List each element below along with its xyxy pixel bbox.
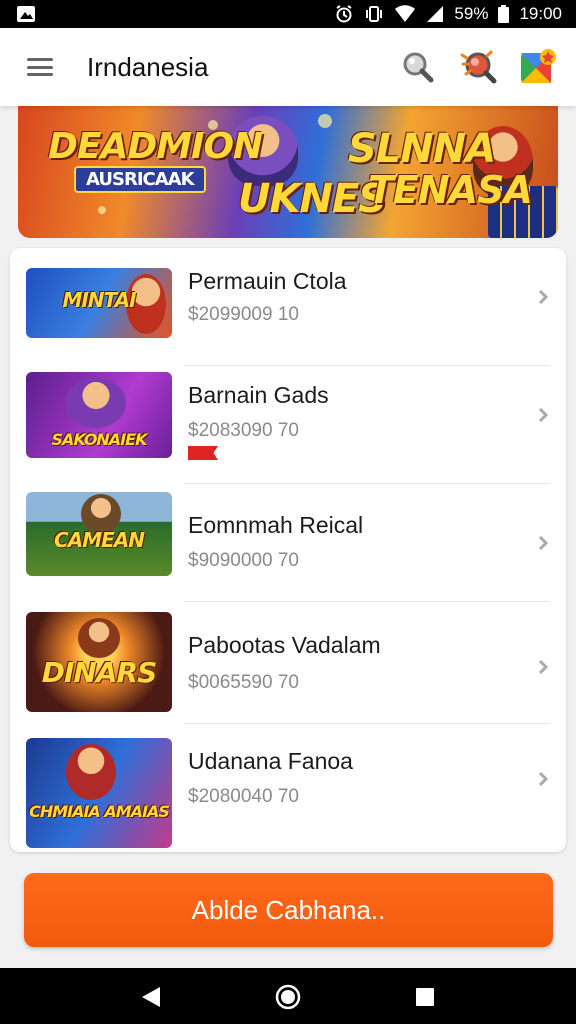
game-thumbnail: MINTAI <box>26 268 172 338</box>
list-item[interactable]: MINTAI Permauin Ctola $2099009 10 <box>10 248 566 366</box>
primary-action-button[interactable]: Ablde Cabhana.. <box>24 873 553 947</box>
search-promo-icon[interactable] <box>458 47 498 87</box>
game-title: Udanana Fanoa <box>188 748 353 774</box>
navigation-bar <box>0 968 576 1024</box>
vibrate-icon <box>364 4 384 24</box>
game-price: $2083090 70 <box>188 420 299 441</box>
list-item[interactable]: CAMEAN Eomnmah Reical $9090000 70 <box>10 484 566 602</box>
back-icon[interactable] <box>138 984 164 1010</box>
game-title: Eomnmah Reical <box>188 512 364 538</box>
chevron-right-icon <box>538 535 549 551</box>
alarm-icon <box>334 4 354 24</box>
app-bar: Irndanesia <box>0 28 576 106</box>
chevron-right-icon <box>538 771 549 787</box>
game-title: Barnain Gads <box>188 382 329 408</box>
play-store-icon[interactable] <box>518 47 558 87</box>
list-item[interactable]: SAKONAIEK Barnain Gads $2083090 70 <box>10 366 566 484</box>
list-item[interactable]: CHMIAIA AMAIAS Udanana Fanoa $2080040 70 <box>10 724 566 852</box>
chevron-right-icon <box>538 407 549 423</box>
banner-headline-2: TENASA <box>368 168 533 212</box>
recents-icon[interactable] <box>412 984 438 1010</box>
hot-badge <box>188 446 218 460</box>
list-item[interactable]: DINARS Pabootas Vadalam $0065590 70 <box>10 602 566 724</box>
page-title: Irndanesia <box>87 51 209 82</box>
game-price: $0065590 70 <box>188 672 299 693</box>
chevron-right-icon <box>538 659 549 675</box>
home-icon[interactable] <box>275 984 301 1010</box>
banner-title: DEADMION <box>48 126 263 167</box>
banner-logo-text: UKNES <box>238 176 387 222</box>
wifi-icon <box>394 5 416 23</box>
promo-banner[interactable]: DEADMION AUSRICAAK UKNES SLNNA TENASA <box>18 106 558 238</box>
game-thumbnail: SAKONAIEK <box>26 372 172 458</box>
status-bar: 59% 19:00 <box>0 0 576 28</box>
battery-icon <box>498 5 510 23</box>
game-price: $9090000 70 <box>188 550 299 571</box>
game-title: Permauin Ctola <box>188 268 347 294</box>
menu-icon[interactable] <box>25 55 55 79</box>
gallery-notification-icon <box>16 5 36 23</box>
game-list: MINTAI Permauin Ctola $2099009 10 SAKONA… <box>10 248 566 852</box>
game-thumbnail: CAMEAN <box>26 492 172 576</box>
banner-headline: SLNNA <box>348 126 496 172</box>
game-thumbnail: DINARS <box>26 612 172 712</box>
game-title: Pabootas Vadalam <box>188 632 381 658</box>
clock: 19:00 <box>519 4 562 23</box>
signal-icon <box>426 5 444 23</box>
game-thumbnail: CHMIAIA AMAIAS <box>26 738 172 848</box>
battery-level: 59% <box>454 4 489 23</box>
game-price: $2099009 10 <box>188 304 299 325</box>
game-price: $2080040 70 <box>188 786 299 807</box>
banner-subtitle: AUSRICAAK <box>74 166 206 193</box>
search-icon[interactable] <box>398 47 438 87</box>
chevron-right-icon <box>538 289 549 305</box>
